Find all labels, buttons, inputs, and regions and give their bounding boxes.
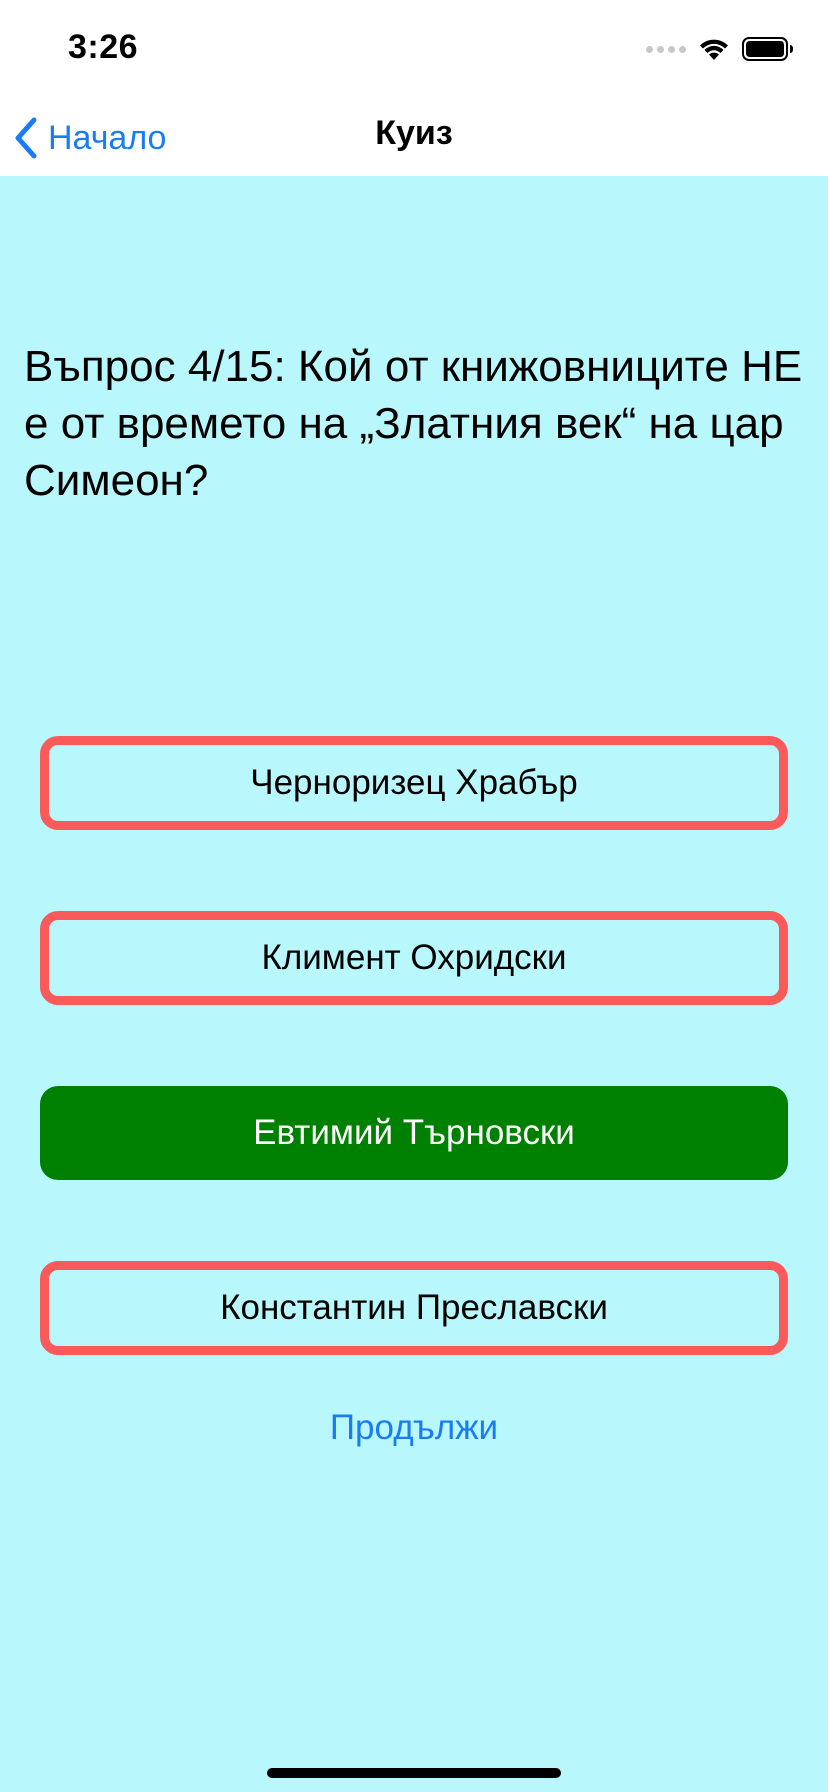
- answer-button-3[interactable]: Евтимий Търновски: [40, 1086, 788, 1180]
- nav-title: Куиз: [375, 114, 453, 152]
- continue-button[interactable]: Продължи: [0, 1408, 828, 1448]
- answer-button-1[interactable]: Черноризец Храбър: [40, 736, 788, 830]
- question-text: Въпрос 4/15: Кой от книжовниците НЕ е от…: [24, 342, 803, 505]
- wifi-icon: [700, 39, 728, 60]
- answer-button-2[interactable]: Климент Охридски: [40, 911, 788, 1005]
- status-bar: 3:26: [0, 0, 828, 100]
- status-time: 3:26: [68, 28, 139, 66]
- navigation-bar: Начало Куиз: [0, 100, 828, 176]
- cellular-signal-icon: [646, 45, 686, 53]
- answer-button-4[interactable]: Константин Преславски: [40, 1261, 788, 1355]
- status-icons: [646, 34, 794, 64]
- quiz-content: Въпрос 4/15: Кой от книжовниците НЕ е от…: [0, 176, 828, 1792]
- battery-icon: [742, 37, 793, 61]
- home-indicator[interactable]: [267, 1768, 561, 1778]
